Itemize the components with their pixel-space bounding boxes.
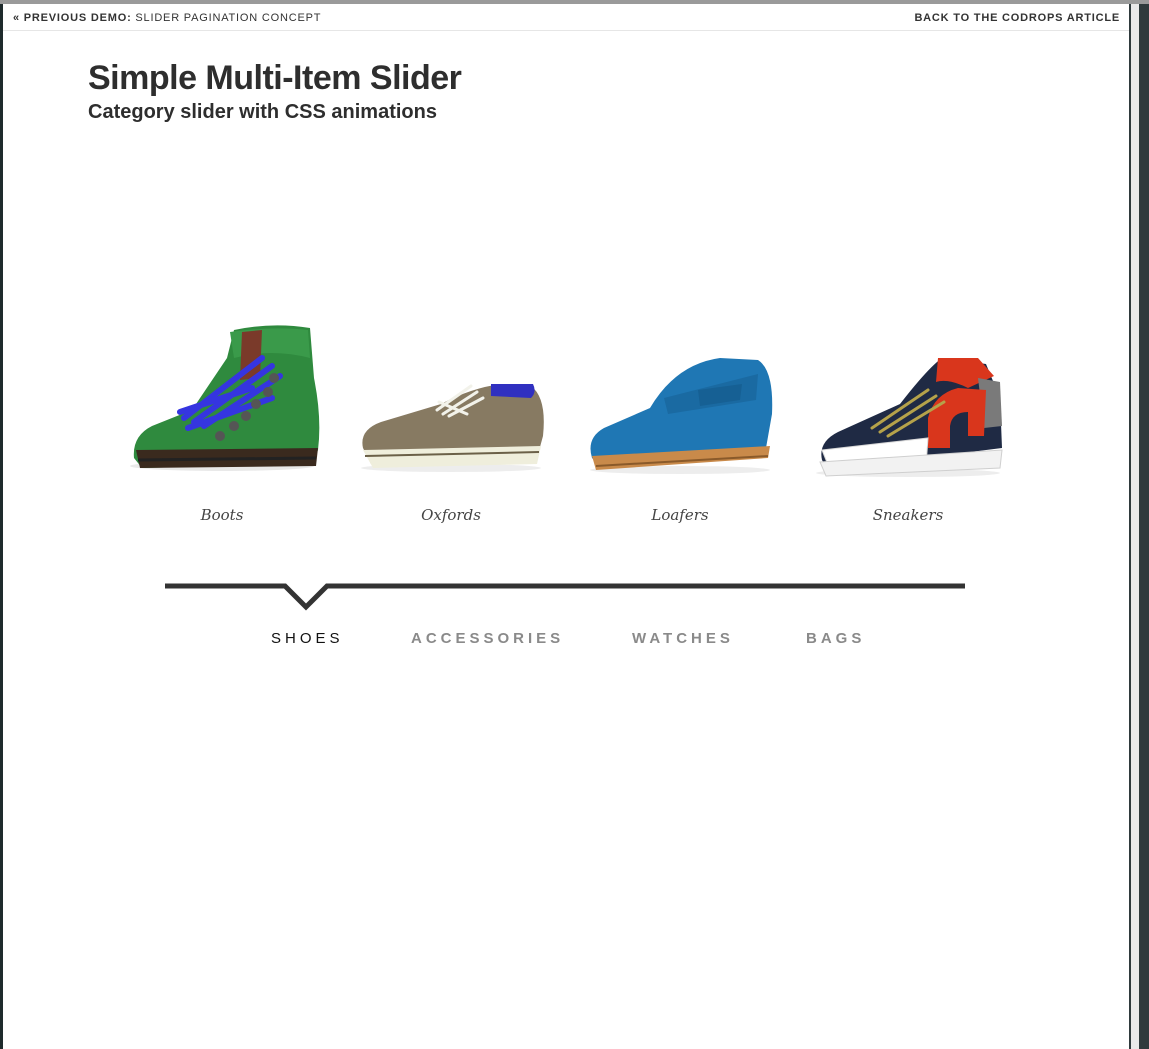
tab-watches[interactable]: Watches (632, 630, 734, 647)
codrops-top-bar: « Previous Demo: Slider Pagination Conce… (3, 4, 1129, 31)
scrollbar-track[interactable] (1131, 4, 1139, 1049)
previous-demo-title: Slider Pagination Concept (135, 12, 322, 24)
tab-accessories[interactable]: Accessories (411, 630, 564, 647)
category-nav: Shoes Accessories Watches Bags (3, 630, 1129, 654)
tab-shoes[interactable]: Shoes (271, 630, 344, 647)
back-to-article-link[interactable]: Back to the Codrops Article (914, 12, 1120, 24)
slider-item-oxfords[interactable]: Oxfords (351, 318, 551, 538)
loafer-image (590, 358, 773, 474)
previous-demo-link[interactable]: « Previous Demo: Slider Pagination Conce… (13, 12, 321, 24)
item-label-oxfords: Oxfords (421, 506, 481, 524)
slider-item-sneakers[interactable]: Sneakers (808, 318, 1008, 538)
item-label-sneakers: Sneakers (872, 506, 944, 524)
page-subtitle: Category slider with CSS animations (88, 101, 437, 123)
oxford-image (361, 384, 544, 472)
boot-image (130, 325, 320, 471)
item-label-boots: Boots (200, 506, 244, 524)
previous-demo-prefix: « Previous Demo: (13, 12, 132, 24)
sneaker-image (816, 358, 1003, 477)
tab-bags[interactable]: Bags (806, 630, 865, 647)
window-gutter (1129, 4, 1149, 1049)
item-label-loafers: Loafers (651, 506, 709, 524)
slider-item-loafers[interactable]: Loafers (580, 318, 780, 538)
slider-item-boots[interactable]: Boots (122, 318, 322, 538)
page: « Previous Demo: Slider Pagination Conce… (3, 4, 1129, 1049)
nav-indicator-line (165, 583, 965, 611)
page-title: Simple Multi-Item Slider (88, 59, 462, 97)
